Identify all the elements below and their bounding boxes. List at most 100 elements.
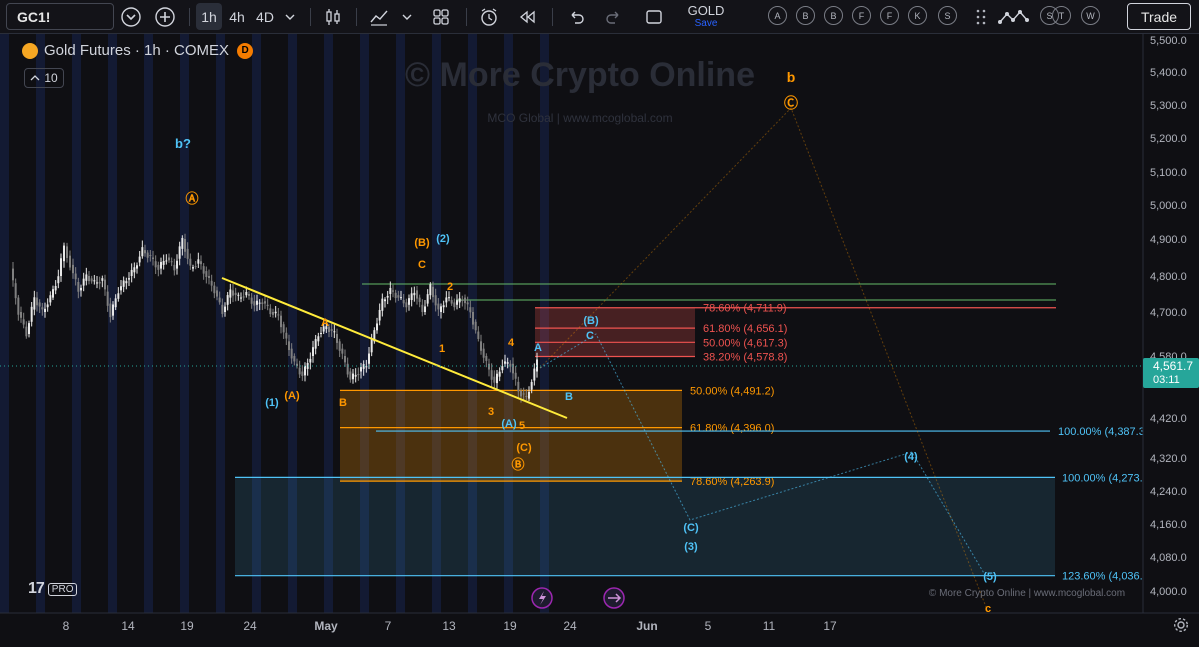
layout-name-button[interactable]: GOLD Save [680,0,732,34]
interval-4h[interactable]: 4h [224,0,250,34]
candle-body [181,237,184,249]
candle-body [488,363,490,370]
fib-label: 61.80% (4,396.0) [690,423,774,435]
quick-button-a2[interactable]: B [796,6,815,25]
candle-body [501,366,504,371]
candle-body [14,283,17,299]
time-tick-label: May [314,619,338,633]
price-chart[interactable]: © More Crypto Online MCO Global | www.mc… [0,34,1199,647]
fib-label: 61.80% (4,656.1) [703,323,787,335]
symbol-search-button[interactable]: GC1! [6,3,114,30]
candle-body [389,287,392,294]
candle-body [221,304,224,314]
wave-label: (C) [516,442,532,454]
candle-body [208,276,210,278]
candle-body [194,266,197,268]
candle-body [274,311,277,314]
wave-label: 4 [508,337,515,349]
add-symbol-icon[interactable] [152,0,178,34]
fib-label: 50.00% (4,617.3) [703,337,787,349]
candle-body [370,338,373,353]
candle-body [200,261,202,265]
price-tick-label: 5,100.0 [1150,167,1187,179]
candle-body [336,334,338,343]
session-band [0,34,9,613]
quick-button-b1[interactable]: B [824,6,843,25]
time-tick-label: 11 [763,619,776,633]
redo-icon[interactable] [600,0,628,34]
candle-body [381,298,384,311]
candle-body [504,361,506,364]
session-band [216,34,225,613]
candle-body [240,297,242,299]
chart-legend[interactable]: Gold Futures · 1h · COMEX D [22,42,254,59]
alert-icon[interactable] [474,0,504,34]
price-tick-label: 4,700.0 [1150,307,1187,319]
interval-4d[interactable]: 4D [252,0,278,34]
candle-body [394,292,397,299]
candle-body [360,367,362,372]
undo-icon[interactable] [562,0,590,34]
candle-body [162,260,165,265]
candle-body [33,297,36,310]
candle-body [237,294,240,296]
quick-button-t[interactable]: T [1052,6,1071,25]
candle-body [74,273,77,280]
candle-body [426,294,429,304]
candle-body [514,372,517,379]
candle-body [472,312,474,325]
tv-logo-mark: 17 [28,580,45,597]
candle-body [352,373,354,380]
candle-body [205,271,208,277]
candle-body [226,295,229,305]
wave-label: (2) [436,233,450,245]
fib-label: 123.60% (4,036. [1062,571,1143,583]
interval-1h[interactable]: 1h [196,3,222,30]
candle-body [448,297,450,299]
candle-body [418,297,421,302]
quick-button-k[interactable]: S [938,6,957,25]
trade-button[interactable]: Trade [1127,3,1191,30]
candle-body [290,348,293,359]
wave-label: 2 [447,281,453,293]
replay-icon[interactable] [512,0,542,34]
candle-body [365,366,368,368]
candle-body [456,300,458,305]
time-tick-label: 5 [705,619,712,633]
quick-button-b2[interactable]: F [852,6,871,25]
chevron-up-icon [30,75,40,81]
candles-icon[interactable] [318,0,348,34]
legend-collapse-button[interactable]: 10 [24,68,64,88]
fib-label: 50.00% (4,491.2) [690,385,774,397]
wave-label: 3 [488,406,494,418]
quick-button-f1[interactable]: F [880,6,899,25]
candle-body [152,257,154,260]
fullscreen-icon[interactable] [640,0,668,34]
chevron-down-icon[interactable] [396,0,418,34]
layout-name: GOLD [687,3,725,18]
candle-body [293,356,296,362]
candle-body [141,247,144,257]
candle-body [57,276,60,284]
chevron-down-icon[interactable] [280,0,300,34]
candle-body [344,356,346,363]
candle-body [346,363,349,375]
price-tick-label: 4,160.0 [1150,519,1187,531]
price-tick-label: 4,420.0 [1150,413,1187,425]
candle-body [106,291,109,306]
candle-body [509,363,512,367]
quick-button-f2[interactable]: K [908,6,927,25]
quick-button-a1[interactable]: A [768,6,787,25]
quick-button-w[interactable]: W [1081,6,1100,25]
candle-body [104,279,106,290]
settings-gear-icon[interactable] [1173,617,1189,633]
price-tick-label: 5,200.0 [1150,133,1187,145]
wave-tool-icon[interactable] [996,0,1032,34]
indicators-icon[interactable] [364,0,394,34]
drag-handle-icon[interactable] [970,0,992,34]
candle-body [493,376,496,383]
candle-body [82,278,85,286]
layout-grid-icon[interactable] [426,0,456,34]
candle-body [160,262,162,269]
compare-icon[interactable] [118,0,144,34]
